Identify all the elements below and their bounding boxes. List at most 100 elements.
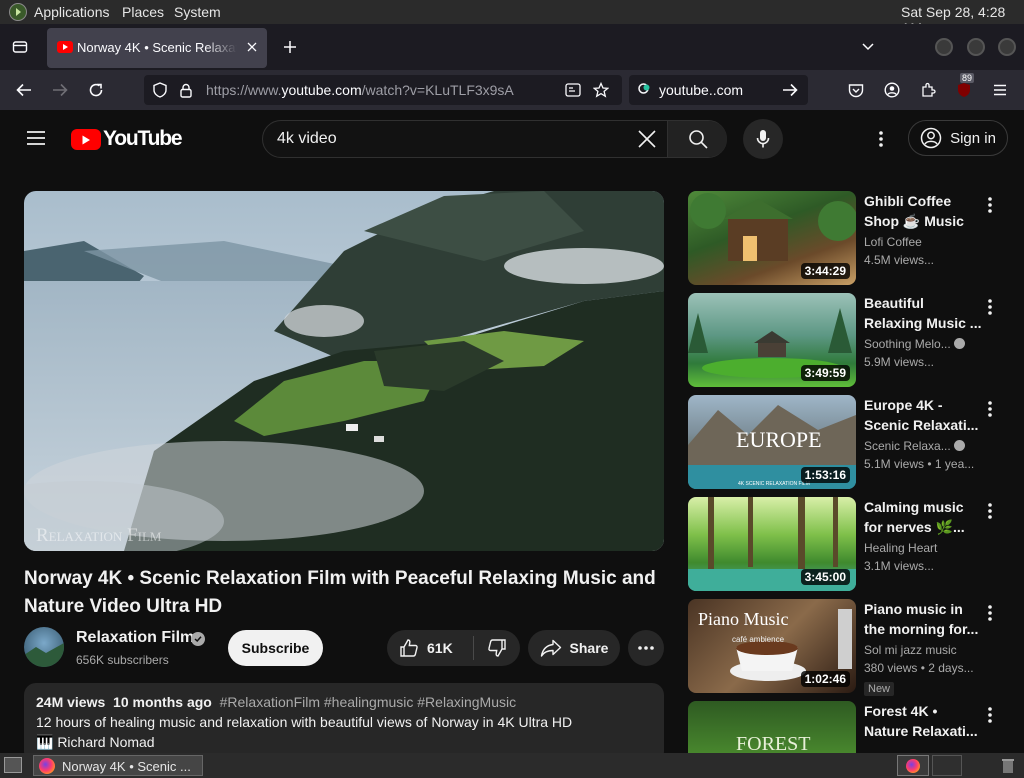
- settings-more-icon[interactable]: [869, 127, 893, 151]
- thumbnail-subtext: café ambience: [732, 635, 785, 644]
- more-options-icon[interactable]: [978, 295, 1002, 319]
- like-count: 61K: [427, 640, 453, 656]
- video-duration: 3:44:29: [800, 263, 850, 279]
- places-menu[interactable]: Places: [122, 4, 164, 20]
- search-bar[interactable]: youtube..com: [629, 75, 808, 105]
- extensions-icon[interactable]: [917, 79, 939, 101]
- account-icon[interactable]: [881, 79, 903, 101]
- video-player[interactable]: Relaxation Film: [24, 191, 664, 551]
- dislike-button[interactable]: [474, 630, 520, 666]
- lock-icon[interactable]: [178, 82, 194, 98]
- description-box[interactable]: 24M views 10 months ago #RelaxationFilm …: [24, 683, 664, 753]
- recommendation-item[interactable]: 3:44:29 Ghibli Coffee Shop ☕ Music t... …: [688, 191, 1008, 287]
- browser-nav-bar: https://www.youtube.com/watch?v=KLuTLF3x…: [0, 70, 1024, 110]
- recommendation-item[interactable]: 3:49:59 Beautiful Relaxing Music ... Soo…: [688, 293, 1008, 389]
- more-options-icon[interactable]: [978, 601, 1002, 625]
- url-domain: youtube.com: [281, 82, 362, 98]
- video-frame: [24, 191, 664, 551]
- new-tab-icon[interactable]: [278, 35, 302, 59]
- back-icon[interactable]: [12, 78, 36, 102]
- subscriber-count: 656K subscribers: [76, 653, 169, 667]
- verified-badge-icon: [191, 632, 205, 646]
- recommendation-item[interactable]: EUROPE 4K SCENIC RELAXATION FILM 1:53:16…: [688, 395, 1008, 491]
- recommendation-title[interactable]: Piano music in the morning for...: [864, 599, 982, 639]
- recommendation-thumbnail[interactable]: EUROPE 4K SCENIC RELAXATION FILM 1:53:16: [688, 395, 856, 489]
- recommendation-item[interactable]: Piano Music café ambience 1:02:46 Piano …: [688, 599, 1008, 696]
- more-actions-button[interactable]: [628, 630, 664, 666]
- recommendation-meta: 380 views • 2 days...: [864, 661, 974, 675]
- list-all-tabs-icon[interactable]: [856, 35, 880, 59]
- share-button[interactable]: Share: [528, 630, 620, 666]
- gnome-menu-icon[interactable]: [9, 3, 27, 21]
- more-options-icon[interactable]: [978, 397, 1002, 421]
- clear-search-icon[interactable]: [635, 127, 659, 151]
- recommendation-channel[interactable]: Soothing Melo...: [864, 337, 982, 351]
- window-close-icon[interactable]: [998, 38, 1016, 56]
- recommendation-thumbnail[interactable]: 3:45:00: [688, 497, 856, 591]
- recommendation-meta: 4.5M views...: [864, 253, 935, 267]
- url-bar[interactable]: https://www.youtube.com/watch?v=KLuTLF3x…: [144, 75, 622, 105]
- forward-icon[interactable]: [48, 78, 72, 102]
- more-options-icon[interactable]: [978, 703, 1002, 727]
- bookmark-star-icon[interactable]: [592, 82, 610, 98]
- recommendation-item[interactable]: 3:45:00 Calming music for nerves 🌿... He…: [688, 497, 1008, 593]
- taskbar-window-title: Norway 4K • Scenic ...: [62, 759, 191, 774]
- tab-list-icon[interactable]: [8, 35, 32, 59]
- voice-search-button[interactable]: [743, 119, 783, 159]
- recommendation-channel[interactable]: Healing Heart: [864, 541, 982, 555]
- recommendation-thumbnail[interactable]: Piano Music café ambience 1:02:46: [688, 599, 856, 693]
- sign-in-button[interactable]: Sign in: [908, 120, 1008, 156]
- video-duration: 1:53:16: [800, 467, 850, 483]
- reader-view-icon[interactable]: [564, 82, 582, 98]
- recommendation-thumbnail[interactable]: FOREST: [688, 701, 856, 753]
- workspace-2[interactable]: [932, 755, 962, 776]
- youtube-search-box: [262, 120, 727, 158]
- like-dislike-group: 61K: [387, 630, 520, 666]
- subscribe-button[interactable]: Subscribe: [228, 630, 323, 666]
- channel-avatar[interactable]: [24, 627, 64, 667]
- recommendation-title[interactable]: Beautiful Relaxing Music ...: [864, 293, 982, 333]
- show-desktop-icon[interactable]: [4, 757, 22, 773]
- hashtags[interactable]: #RelaxationFilm #healingmusic #RelaxingM…: [220, 694, 516, 710]
- reload-icon[interactable]: [84, 78, 108, 102]
- recommendation-title[interactable]: Europe 4K - Scenic Relaxati...: [864, 395, 982, 435]
- youtube-logo[interactable]: YouTube: [71, 127, 183, 151]
- ublock-extension-icon[interactable]: 89: [953, 73, 975, 101]
- window-maximize-icon[interactable]: [967, 38, 985, 56]
- trash-icon[interactable]: [1000, 757, 1016, 775]
- recommendation-item[interactable]: FOREST Forest 4K • Nature Relaxati...: [688, 701, 1008, 753]
- workspace-firefox-icon: [906, 758, 920, 773]
- recommendation-channel[interactable]: Lofi Coffee: [864, 235, 982, 249]
- pocket-icon[interactable]: [845, 79, 867, 101]
- description-header: 24M views 10 months ago #RelaxationFilm …: [36, 692, 652, 712]
- user-icon: [920, 127, 942, 149]
- recommendation-thumbnail[interactable]: 3:49:59: [688, 293, 856, 387]
- window-minimize-icon[interactable]: [935, 38, 953, 56]
- recommendation-title[interactable]: Forest 4K • Nature Relaxati...: [864, 701, 982, 741]
- thumbnail-subtext: 4K SCENIC RELAXATION FILM: [738, 481, 810, 487]
- more-options-icon[interactable]: [978, 499, 1002, 523]
- like-button[interactable]: 61K: [387, 630, 473, 666]
- shield-icon[interactable]: [152, 82, 168, 98]
- recommendation-channel[interactable]: Scenic Relaxa...: [864, 439, 982, 453]
- taskbar-window-button[interactable]: Norway 4K • Scenic ...: [33, 755, 203, 776]
- recommendation-thumbnail[interactable]: 3:44:29: [688, 191, 856, 285]
- recommendation-meta: 3.1M views...: [864, 559, 935, 573]
- recommendation-channel[interactable]: Sol mi jazz music: [864, 643, 982, 657]
- recommendation-title[interactable]: Ghibli Coffee Shop ☕ Music t...: [864, 191, 982, 231]
- channel-name[interactable]: Relaxation Film: [76, 629, 194, 647]
- applications-menu[interactable]: Applications: [34, 4, 110, 20]
- workspace-switcher-icon[interactable]: [897, 755, 929, 776]
- tab-close-icon[interactable]: [243, 38, 261, 56]
- more-options-icon[interactable]: [978, 193, 1002, 217]
- youtube-search-input[interactable]: [277, 128, 617, 150]
- recommendation-title[interactable]: Calming music for nerves 🌿...: [864, 497, 982, 537]
- guide-menu-icon[interactable]: [24, 126, 48, 150]
- system-taskbar: Norway 4K • Scenic ...: [0, 753, 1024, 778]
- tab-active[interactable]: Norway 4K • Scenic Relaxati: [47, 28, 267, 68]
- search-go-icon[interactable]: [781, 82, 799, 98]
- search-button[interactable]: [668, 121, 727, 157]
- system-menu[interactable]: System: [174, 4, 221, 20]
- share-label: Share: [569, 640, 609, 656]
- hamburger-menu-icon[interactable]: [989, 79, 1011, 101]
